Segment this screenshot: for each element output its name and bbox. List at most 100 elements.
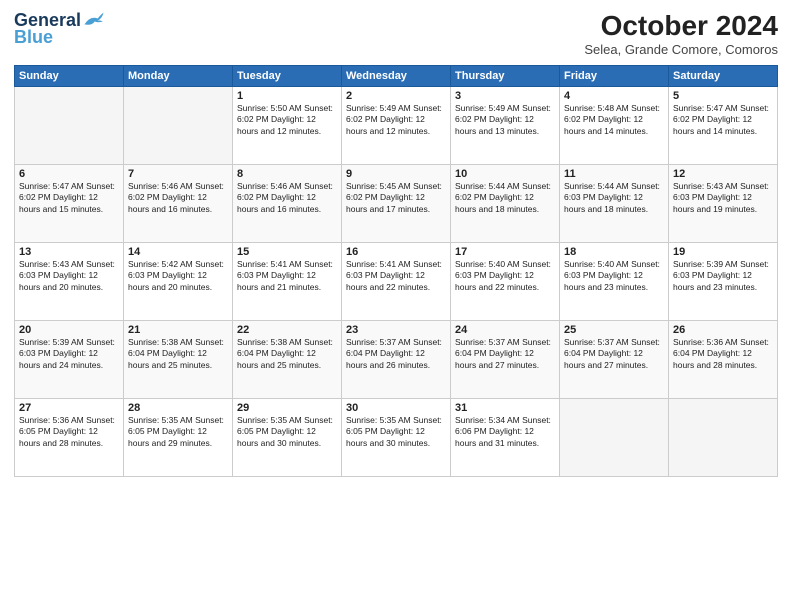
table-row	[124, 87, 233, 165]
day-number: 19	[673, 246, 773, 258]
day-info: Sunrise: 5:41 AM Sunset: 6:03 PM Dayligh…	[237, 259, 337, 293]
table-row: 6Sunrise: 5:47 AM Sunset: 6:02 PM Daylig…	[15, 165, 124, 243]
table-row: 22Sunrise: 5:38 AM Sunset: 6:04 PM Dayli…	[233, 321, 342, 399]
table-row: 14Sunrise: 5:42 AM Sunset: 6:03 PM Dayli…	[124, 243, 233, 321]
table-row: 12Sunrise: 5:43 AM Sunset: 6:03 PM Dayli…	[669, 165, 778, 243]
table-row: 23Sunrise: 5:37 AM Sunset: 6:04 PM Dayli…	[342, 321, 451, 399]
day-number: 7	[128, 168, 228, 180]
day-info: Sunrise: 5:50 AM Sunset: 6:02 PM Dayligh…	[237, 103, 337, 137]
header-sunday: Sunday	[15, 66, 124, 87]
table-row: 4Sunrise: 5:48 AM Sunset: 6:02 PM Daylig…	[560, 87, 669, 165]
day-number: 25	[564, 324, 664, 336]
day-info: Sunrise: 5:39 AM Sunset: 6:03 PM Dayligh…	[19, 337, 119, 371]
day-number: 8	[237, 168, 337, 180]
table-row: 25Sunrise: 5:37 AM Sunset: 6:04 PM Dayli…	[560, 321, 669, 399]
day-number: 20	[19, 324, 119, 336]
table-row: 18Sunrise: 5:40 AM Sunset: 6:03 PM Dayli…	[560, 243, 669, 321]
table-row: 30Sunrise: 5:35 AM Sunset: 6:05 PM Dayli…	[342, 399, 451, 477]
page: General Blue October 2024 Selea, Grande …	[0, 0, 792, 612]
table-row: 19Sunrise: 5:39 AM Sunset: 6:03 PM Dayli…	[669, 243, 778, 321]
day-number: 28	[128, 402, 228, 414]
day-info: Sunrise: 5:38 AM Sunset: 6:04 PM Dayligh…	[128, 337, 228, 371]
day-info: Sunrise: 5:45 AM Sunset: 6:02 PM Dayligh…	[346, 181, 446, 215]
table-row: 17Sunrise: 5:40 AM Sunset: 6:03 PM Dayli…	[451, 243, 560, 321]
table-row: 9Sunrise: 5:45 AM Sunset: 6:02 PM Daylig…	[342, 165, 451, 243]
weekday-header-row: Sunday Monday Tuesday Wednesday Thursday…	[15, 66, 778, 87]
day-number: 31	[455, 402, 555, 414]
header-wednesday: Wednesday	[342, 66, 451, 87]
location: Selea, Grande Comore, Comoros	[584, 42, 778, 57]
day-info: Sunrise: 5:37 AM Sunset: 6:04 PM Dayligh…	[564, 337, 664, 371]
day-info: Sunrise: 5:47 AM Sunset: 6:02 PM Dayligh…	[673, 103, 773, 137]
header-thursday: Thursday	[451, 66, 560, 87]
table-row: 11Sunrise: 5:44 AM Sunset: 6:03 PM Dayli…	[560, 165, 669, 243]
day-number: 30	[346, 402, 446, 414]
table-row: 28Sunrise: 5:35 AM Sunset: 6:05 PM Dayli…	[124, 399, 233, 477]
day-number: 3	[455, 90, 555, 102]
header-monday: Monday	[124, 66, 233, 87]
table-row: 13Sunrise: 5:43 AM Sunset: 6:03 PM Dayli…	[15, 243, 124, 321]
day-info: Sunrise: 5:36 AM Sunset: 6:05 PM Dayligh…	[19, 415, 119, 449]
day-number: 16	[346, 246, 446, 258]
logo-blue-text: Blue	[14, 27, 53, 48]
day-number: 14	[128, 246, 228, 258]
day-number: 6	[19, 168, 119, 180]
table-row: 15Sunrise: 5:41 AM Sunset: 6:03 PM Dayli…	[233, 243, 342, 321]
day-info: Sunrise: 5:42 AM Sunset: 6:03 PM Dayligh…	[128, 259, 228, 293]
day-number: 22	[237, 324, 337, 336]
day-number: 18	[564, 246, 664, 258]
day-number: 2	[346, 90, 446, 102]
day-info: Sunrise: 5:35 AM Sunset: 6:05 PM Dayligh…	[128, 415, 228, 449]
day-number: 4	[564, 90, 664, 102]
table-row	[15, 87, 124, 165]
calendar-week-row: 20Sunrise: 5:39 AM Sunset: 6:03 PM Dayli…	[15, 321, 778, 399]
day-info: Sunrise: 5:36 AM Sunset: 6:04 PM Dayligh…	[673, 337, 773, 371]
day-info: Sunrise: 5:38 AM Sunset: 6:04 PM Dayligh…	[237, 337, 337, 371]
day-number: 15	[237, 246, 337, 258]
table-row: 3Sunrise: 5:49 AM Sunset: 6:02 PM Daylig…	[451, 87, 560, 165]
table-row	[560, 399, 669, 477]
day-info: Sunrise: 5:48 AM Sunset: 6:02 PM Dayligh…	[564, 103, 664, 137]
header-tuesday: Tuesday	[233, 66, 342, 87]
day-number: 9	[346, 168, 446, 180]
day-number: 17	[455, 246, 555, 258]
day-number: 1	[237, 90, 337, 102]
day-info: Sunrise: 5:43 AM Sunset: 6:03 PM Dayligh…	[19, 259, 119, 293]
table-row: 10Sunrise: 5:44 AM Sunset: 6:02 PM Dayli…	[451, 165, 560, 243]
day-info: Sunrise: 5:44 AM Sunset: 6:02 PM Dayligh…	[455, 181, 555, 215]
month-title: October 2024	[584, 10, 778, 42]
table-row: 16Sunrise: 5:41 AM Sunset: 6:03 PM Dayli…	[342, 243, 451, 321]
day-number: 12	[673, 168, 773, 180]
table-row: 1Sunrise: 5:50 AM Sunset: 6:02 PM Daylig…	[233, 87, 342, 165]
calendar-week-row: 27Sunrise: 5:36 AM Sunset: 6:05 PM Dayli…	[15, 399, 778, 477]
table-row: 8Sunrise: 5:46 AM Sunset: 6:02 PM Daylig…	[233, 165, 342, 243]
day-info: Sunrise: 5:46 AM Sunset: 6:02 PM Dayligh…	[237, 181, 337, 215]
day-info: Sunrise: 5:43 AM Sunset: 6:03 PM Dayligh…	[673, 181, 773, 215]
logo: General Blue	[14, 10, 105, 48]
table-row	[669, 399, 778, 477]
day-number: 13	[19, 246, 119, 258]
table-row: 24Sunrise: 5:37 AM Sunset: 6:04 PM Dayli…	[451, 321, 560, 399]
table-row: 21Sunrise: 5:38 AM Sunset: 6:04 PM Dayli…	[124, 321, 233, 399]
table-row: 27Sunrise: 5:36 AM Sunset: 6:05 PM Dayli…	[15, 399, 124, 477]
title-block: October 2024 Selea, Grande Comore, Comor…	[584, 10, 778, 57]
day-info: Sunrise: 5:44 AM Sunset: 6:03 PM Dayligh…	[564, 181, 664, 215]
day-info: Sunrise: 5:49 AM Sunset: 6:02 PM Dayligh…	[346, 103, 446, 137]
table-row: 29Sunrise: 5:35 AM Sunset: 6:05 PM Dayli…	[233, 399, 342, 477]
table-row: 7Sunrise: 5:46 AM Sunset: 6:02 PM Daylig…	[124, 165, 233, 243]
day-info: Sunrise: 5:41 AM Sunset: 6:03 PM Dayligh…	[346, 259, 446, 293]
day-number: 10	[455, 168, 555, 180]
day-number: 26	[673, 324, 773, 336]
day-info: Sunrise: 5:39 AM Sunset: 6:03 PM Dayligh…	[673, 259, 773, 293]
table-row: 26Sunrise: 5:36 AM Sunset: 6:04 PM Dayli…	[669, 321, 778, 399]
day-info: Sunrise: 5:46 AM Sunset: 6:02 PM Dayligh…	[128, 181, 228, 215]
day-number: 24	[455, 324, 555, 336]
day-info: Sunrise: 5:47 AM Sunset: 6:02 PM Dayligh…	[19, 181, 119, 215]
table-row: 2Sunrise: 5:49 AM Sunset: 6:02 PM Daylig…	[342, 87, 451, 165]
day-number: 27	[19, 402, 119, 414]
calendar-table: Sunday Monday Tuesday Wednesday Thursday…	[14, 65, 778, 477]
calendar-week-row: 13Sunrise: 5:43 AM Sunset: 6:03 PM Dayli…	[15, 243, 778, 321]
header: General Blue October 2024 Selea, Grande …	[14, 10, 778, 57]
calendar-week-row: 6Sunrise: 5:47 AM Sunset: 6:02 PM Daylig…	[15, 165, 778, 243]
day-info: Sunrise: 5:37 AM Sunset: 6:04 PM Dayligh…	[346, 337, 446, 371]
